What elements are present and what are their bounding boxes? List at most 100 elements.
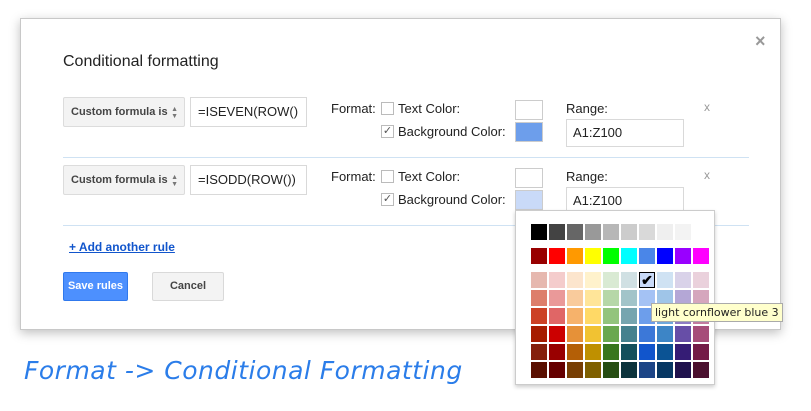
color-swatch[interactable]	[531, 248, 547, 264]
color-swatch[interactable]	[693, 224, 709, 240]
color-swatch[interactable]	[621, 224, 637, 240]
color-swatch[interactable]	[603, 248, 619, 264]
color-swatch[interactable]	[531, 362, 547, 378]
color-swatch[interactable]	[567, 272, 583, 288]
color-swatch[interactable]	[657, 326, 673, 342]
condition-value: Custom formula is	[71, 106, 168, 118]
color-swatch[interactable]	[531, 308, 547, 324]
color-swatch[interactable]	[531, 290, 547, 306]
color-swatch[interactable]	[549, 362, 565, 378]
color-swatch[interactable]	[567, 224, 583, 240]
color-swatch[interactable]	[531, 224, 547, 240]
color-swatch[interactable]	[675, 272, 691, 288]
text-color-checkbox[interactable]	[381, 102, 394, 115]
color-swatch[interactable]	[693, 326, 709, 342]
color-swatch[interactable]	[603, 290, 619, 306]
color-swatch[interactable]	[693, 362, 709, 378]
save-rules-button[interactable]: Save rules	[63, 272, 128, 301]
color-swatch[interactable]	[549, 308, 565, 324]
color-swatch[interactable]	[657, 248, 673, 264]
color-swatch[interactable]	[675, 344, 691, 360]
color-swatch[interactable]	[531, 326, 547, 342]
color-swatch[interactable]	[675, 248, 691, 264]
color-swatch[interactable]	[585, 362, 601, 378]
color-swatch[interactable]	[621, 248, 637, 264]
close-icon[interactable]: ×	[755, 31, 766, 52]
color-swatch[interactable]	[549, 290, 565, 306]
color-swatch[interactable]	[603, 344, 619, 360]
color-swatch[interactable]	[657, 362, 673, 378]
text-color-swatch[interactable]	[515, 100, 543, 120]
condition-select[interactable]: Custom formula is ▲ ▼	[63, 165, 185, 195]
color-swatch[interactable]	[585, 290, 601, 306]
rule-divider	[63, 157, 749, 158]
color-swatch[interactable]	[657, 344, 673, 360]
color-swatch[interactable]	[567, 344, 583, 360]
text-color-checkbox[interactable]	[381, 170, 394, 183]
color-swatch[interactable]	[621, 344, 637, 360]
color-swatch[interactable]	[603, 308, 619, 324]
text-color-swatch[interactable]	[515, 168, 543, 188]
color-swatch[interactable]	[603, 362, 619, 378]
color-swatch[interactable]	[639, 344, 655, 360]
color-swatch[interactable]: ✔	[639, 272, 655, 288]
background-color-checkbox[interactable]: ✓	[381, 125, 394, 138]
color-swatch[interactable]	[639, 326, 655, 342]
remove-rule-icon[interactable]: x	[704, 100, 710, 114]
background-color-swatch[interactable]	[515, 122, 543, 142]
color-swatch[interactable]	[657, 224, 673, 240]
range-label: Range:	[566, 169, 608, 184]
range-input[interactable]: A1:Z100	[566, 119, 684, 147]
color-swatch[interactable]	[639, 362, 655, 378]
color-swatch[interactable]	[585, 272, 601, 288]
color-swatch[interactable]	[621, 308, 637, 324]
formula-input[interactable]: =ISODD(ROW())	[190, 165, 307, 195]
color-swatch[interactable]	[567, 290, 583, 306]
color-swatch[interactable]	[549, 248, 565, 264]
color-swatch[interactable]	[693, 248, 709, 264]
color-swatch[interactable]	[549, 224, 565, 240]
caption: Format -> Conditional Formatting	[24, 356, 463, 385]
color-swatch[interactable]	[603, 326, 619, 342]
color-swatch[interactable]	[603, 272, 619, 288]
color-swatch[interactable]	[549, 272, 565, 288]
color-swatch[interactable]	[585, 326, 601, 342]
formula-input[interactable]: =ISEVEN(ROW()	[190, 97, 307, 127]
color-swatch[interactable]	[621, 362, 637, 378]
cancel-button[interactable]: Cancel	[152, 272, 224, 301]
remove-rule-icon[interactable]: x	[704, 168, 710, 182]
color-swatch[interactable]	[675, 224, 691, 240]
color-swatch[interactable]	[531, 344, 547, 360]
color-swatch[interactable]	[621, 326, 637, 342]
range-label: Range:	[566, 101, 608, 116]
color-swatch[interactable]	[549, 326, 565, 342]
color-swatch[interactable]	[621, 290, 637, 306]
color-swatch[interactable]	[585, 224, 601, 240]
color-swatch[interactable]	[585, 344, 601, 360]
condition-value: Custom formula is	[71, 174, 168, 186]
color-swatch[interactable]	[657, 272, 673, 288]
color-swatch[interactable]	[603, 224, 619, 240]
color-swatch[interactable]	[639, 224, 655, 240]
color-swatch[interactable]	[675, 362, 691, 378]
condition-select[interactable]: Custom formula is ▲ ▼	[63, 97, 185, 127]
color-swatch[interactable]	[621, 272, 637, 288]
color-tooltip: light cornflower blue 3	[651, 303, 783, 322]
color-swatch[interactable]	[675, 326, 691, 342]
color-swatch[interactable]	[585, 308, 601, 324]
color-swatch[interactable]	[567, 362, 583, 378]
color-swatch[interactable]	[549, 344, 565, 360]
add-rule-link[interactable]: + Add another rule	[69, 240, 175, 254]
color-swatch[interactable]	[567, 248, 583, 264]
background-color-checkbox[interactable]: ✓	[381, 193, 394, 206]
select-arrows-icon: ▲ ▼	[171, 174, 178, 188]
color-swatch[interactable]	[585, 248, 601, 264]
background-color-swatch[interactable]	[515, 190, 543, 210]
color-swatch[interactable]	[693, 272, 709, 288]
color-swatch[interactable]	[531, 272, 547, 288]
text-color-label: Text Color:	[398, 169, 461, 184]
color-swatch[interactable]	[567, 308, 583, 324]
color-swatch[interactable]	[567, 326, 583, 342]
color-swatch[interactable]	[693, 344, 709, 360]
color-swatch[interactable]	[639, 248, 655, 264]
